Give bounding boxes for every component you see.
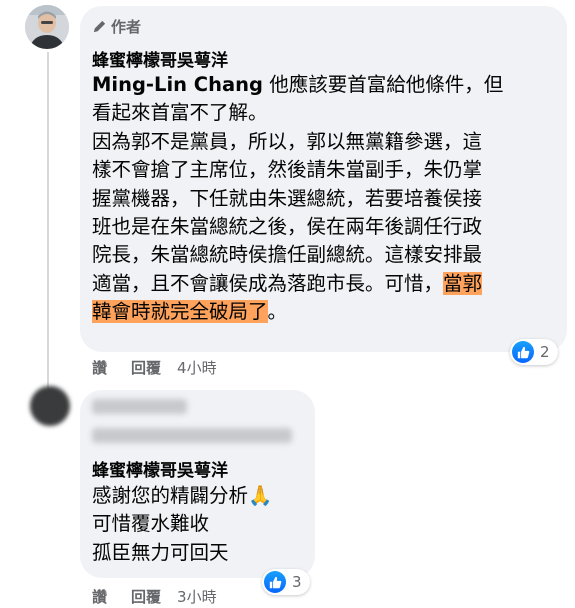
comment-line: 握黨機器，下任就由朱選總統，若要培養侯接	[92, 186, 483, 210]
reply-line: 感謝您的精闢分析🙏	[92, 484, 273, 507]
reaction-count[interactable]: 3	[262, 569, 310, 595]
author-badge: 作者	[92, 16, 141, 37]
timestamp[interactable]: 3小時	[177, 586, 217, 607]
comment-line: 看起來首富不了解。	[92, 101, 268, 125]
comment-line: 院長，朱當總統時侯擔任副總統。這樣安排最	[92, 243, 483, 267]
reaction-number: 3	[292, 573, 302, 591]
avatar[interactable]	[25, 5, 69, 49]
highlighted-text: 當郭	[443, 271, 483, 295]
like-button[interactable]: 讚	[92, 357, 107, 378]
timestamp[interactable]: 4小時	[177, 357, 217, 378]
like-icon	[512, 341, 534, 363]
mention-link[interactable]: Ming-Lin Chang	[92, 73, 263, 96]
highlighted-text: 韓會時就完全破局了	[92, 300, 268, 324]
comment-line: 韓會時就完全破局了。	[92, 298, 503, 326]
comment-line: 班也是在朱當總統之後，侯在兩年後調任行政	[92, 215, 483, 239]
reply-button[interactable]: 回覆	[131, 586, 161, 607]
comment-line: Ming-Lin Chang 他應該要首富給他條件，但	[92, 71, 503, 99]
comment-text: 。	[267, 300, 288, 324]
comment-text: 他應該要首富給他條件，但	[263, 73, 504, 96]
reply-line: 孤臣無力可回天	[92, 540, 229, 564]
reply-line: 可惜覆水難收	[92, 512, 210, 536]
reply-body: 感謝您的精闢分析🙏 可惜覆水難收 孤臣無力可回天	[92, 482, 272, 567]
reaction-number: 2	[540, 343, 550, 361]
avatar[interactable]	[30, 386, 70, 426]
reply-actions: 讚 回覆 3小時	[92, 586, 241, 607]
comment-body: Ming-Lin Chang 他應該要首富給他條件，但 看起來首富不了解。 因為…	[92, 71, 503, 327]
comment-line: 因為郭不是黨員，所以，郭以無黨籍參選，這	[92, 129, 483, 153]
blurred-text	[92, 428, 292, 443]
reply-author-name[interactable]: 蜂蜜檸檬哥吳萼洋	[92, 456, 228, 481]
like-button[interactable]: 讚	[92, 586, 107, 607]
blurred-text	[92, 399, 187, 414]
author-badge-label: 作者	[111, 18, 142, 36]
pencil-icon	[92, 19, 107, 34]
comment-text: 適當，且不會讓侯成為落跑市長。可惜，	[92, 271, 444, 295]
comment-author-name[interactable]: 蜂蜜檸檬哥吳萼洋	[92, 46, 228, 71]
reply-button[interactable]: 回覆	[131, 357, 161, 378]
like-icon	[264, 571, 286, 593]
comment-line: 樣不會搶了主席位，然後請朱當副手，朱仍掌	[92, 158, 483, 182]
reaction-count[interactable]: 2	[510, 339, 558, 365]
thread-line	[47, 52, 49, 404]
comment-actions: 讚 回覆 4小時	[92, 357, 241, 378]
comment-line: 適當，且不會讓侯成為落跑市長。可惜，當郭	[92, 270, 503, 298]
